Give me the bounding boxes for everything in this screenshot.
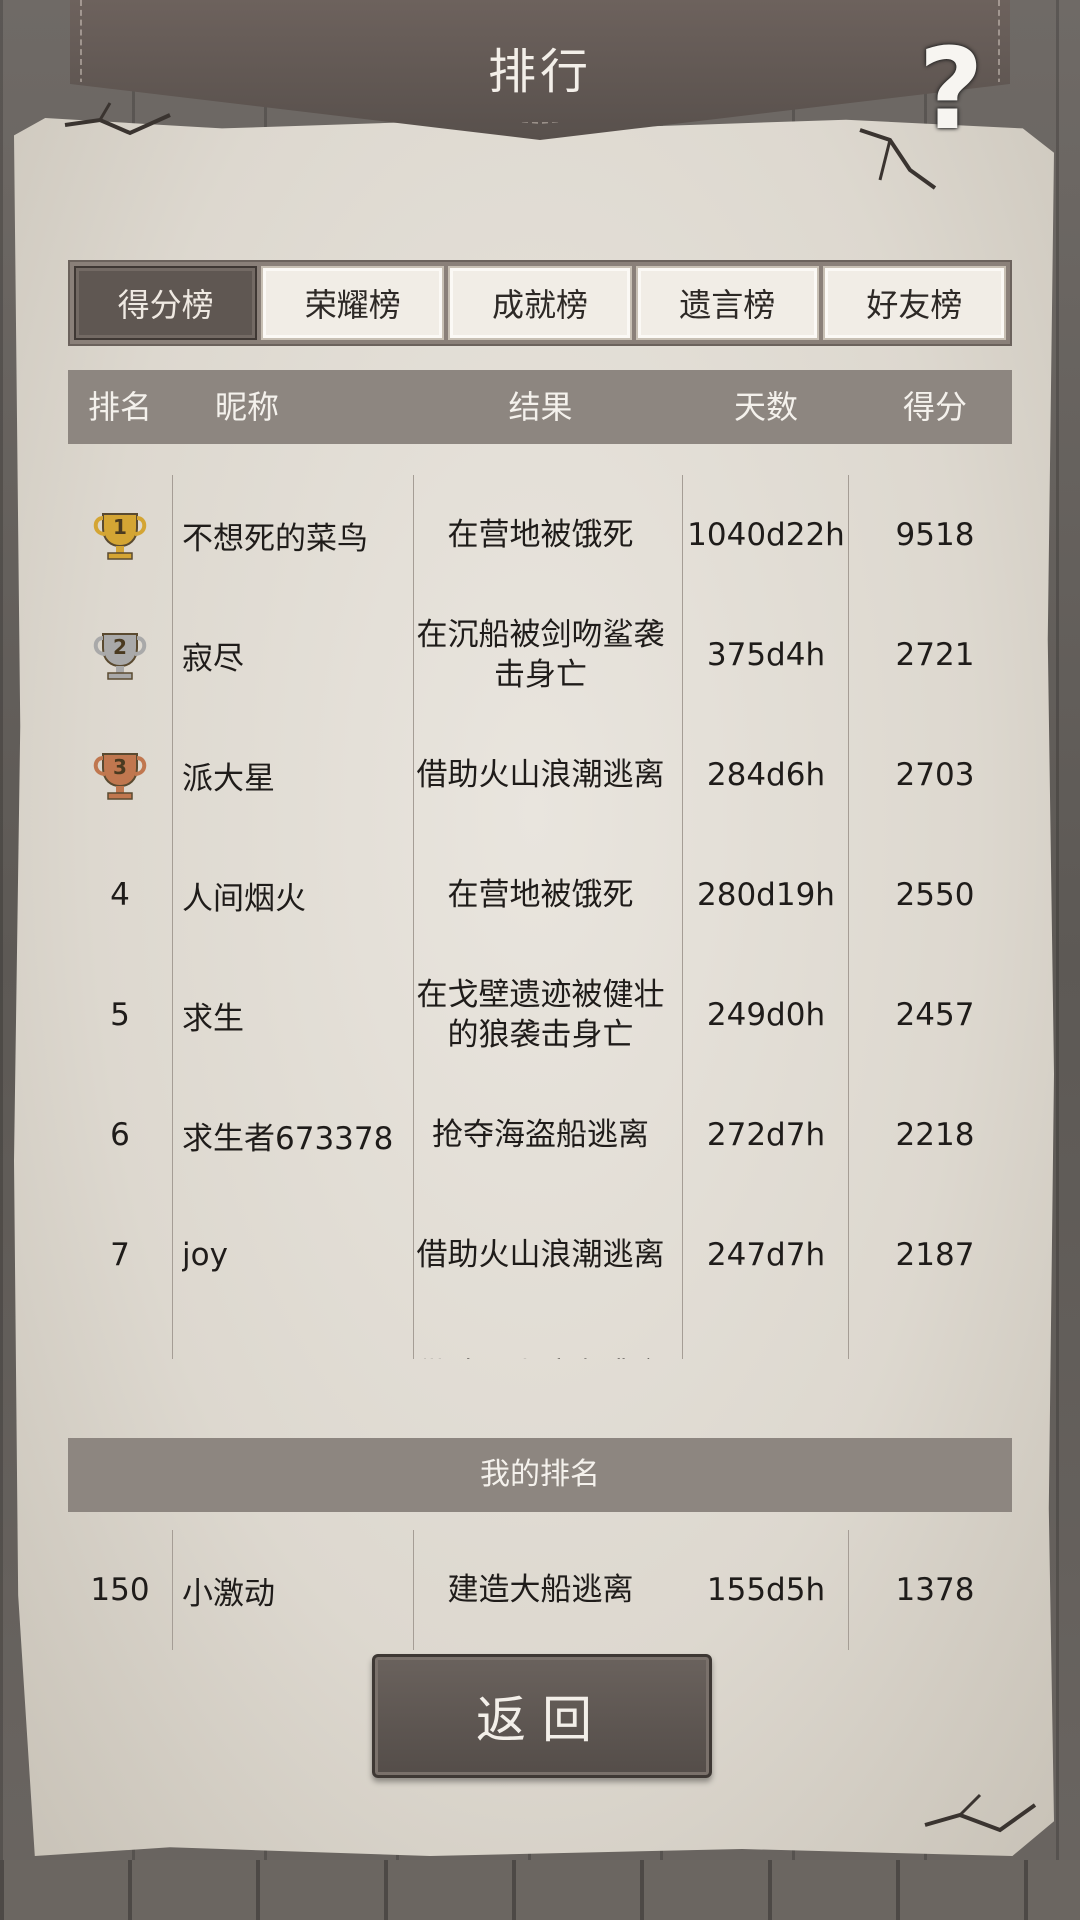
crack-decoration <box>924 1793 1037 1833</box>
score-cell: 2550 <box>895 877 975 913</box>
table-row: 5 求生 在戈壁遗迹被健壮的狼袭击身亡 249d0h 2457 <box>68 955 1012 1075</box>
column-rank-header: 排名 <box>87 388 152 426</box>
rank-cell: 5 <box>110 997 130 1033</box>
rank-cell: 4 <box>110 877 130 913</box>
trophy-rank-number: 2 <box>113 635 127 659</box>
tab-score[interactable]: 得分榜 <box>74 266 258 340</box>
column-score-header: 得分 <box>902 388 967 426</box>
trophy-rank-number: 3 <box>113 755 127 779</box>
table-row: 1 不想死的菜鸟 在营地被饿死 1040d22h 9518 <box>68 475 1012 595</box>
result-cell: 在营地被饿死 <box>447 877 634 913</box>
tab-honor[interactable]: 荣耀榜 <box>261 266 445 340</box>
column-name-header: 昵称 <box>214 388 279 426</box>
days-cell: 272d7h <box>706 1117 826 1153</box>
result-cell: 抢夺海盗船逃离 <box>432 1117 649 1153</box>
rank-cell <box>68 1315 172 1359</box>
days-cell: 247d7h <box>706 1237 826 1273</box>
trophy-icon: 3 <box>68 715 172 835</box>
table-row: 6 求生者673378 抢夺海盗船逃离 272d7h 2218 <box>68 1075 1012 1195</box>
result-cell: 借助火山浪潮逃离 <box>416 1237 665 1273</box>
score-cell: 2457 <box>895 997 975 1033</box>
tab-friends[interactable]: 好友榜 <box>822 266 1007 340</box>
result-cell: 借助火山浪潮逃离 <box>413 1315 668 1359</box>
column-result-header: 结果 <box>508 388 573 426</box>
days-cell: 249d0h <box>706 997 826 1033</box>
result-cell: 借助火山浪潮逃离 <box>416 757 665 793</box>
column-days-header: 天数 <box>733 388 798 426</box>
wood-floor-background <box>0 1860 1080 1920</box>
my-rank-days: 155d5h <box>706 1572 826 1608</box>
my-rank-header: 我的排名 <box>68 1438 1012 1512</box>
table-row: 7 joy 借助火山浪潮逃离 247d7h 2187 <box>68 1195 1012 1315</box>
score-cell: 2703 <box>895 757 975 793</box>
trophy-icon: 2 <box>68 595 172 715</box>
table-row: 4 人间烟火 在营地被饿死 280d19h 2550 <box>68 835 1012 955</box>
score-cell: 2187 <box>895 1237 975 1273</box>
score-cell <box>858 1315 1012 1359</box>
result-cell: 在戈壁遗迹被健壮的狼袭击身亡 <box>416 977 665 1053</box>
days-cell: 280d19h <box>697 877 835 913</box>
days-cell: 375d4h <box>706 637 826 673</box>
result-cell: 在营地被饿死 <box>447 517 634 553</box>
my-rank-value: 150 <box>90 1572 150 1608</box>
days-cell: 284d6h <box>706 757 826 793</box>
tab-achievement[interactable]: 成就榜 <box>448 266 632 340</box>
leaderboard-list[interactable]: 1 不想死的菜鸟 在营地被饿死 1040d22h 9518 2 寂尽 在沉船被剑吻鲨袭击身亡 3… <box>68 475 1012 1359</box>
leaderboard-tabs: 得分榜 荣耀榜 成就榜 遗言榜 好友榜 <box>68 260 1012 346</box>
trophy-icon: 1 <box>68 475 172 595</box>
my-rank-result: 建造大船逃离 <box>447 1572 634 1608</box>
rank-cell: 6 <box>110 1117 130 1153</box>
rank-cell: 7 <box>110 1237 130 1273</box>
days-cell <box>683 1315 849 1359</box>
crack-decoration <box>64 102 171 136</box>
back-button[interactable]: 返回 <box>372 1654 712 1778</box>
column-header: 排名 昵称 结果 天数 得分 <box>68 370 1012 444</box>
trophy-rank-number: 1 <box>113 515 127 539</box>
score-cell: 2218 <box>895 1117 975 1153</box>
days-cell: 1040d22h <box>687 517 845 553</box>
result-cell: 在沉船被剑吻鲨袭击身亡 <box>416 617 665 693</box>
table-row: 3 派大星 借助火山浪潮逃离 284d6h 2703 <box>68 715 1012 835</box>
table-row: 2 寂尽 在沉船被剑吻鲨袭击身亡 375d4h 2721 <box>68 595 1012 715</box>
tab-last-words[interactable]: 遗言榜 <box>635 266 819 340</box>
table-row: 借助火山浪潮逃离 <box>68 1315 1012 1359</box>
score-cell: 2721 <box>895 637 975 673</box>
score-cell: 9518 <box>895 517 975 553</box>
my-rank-score: 1378 <box>895 1572 975 1608</box>
help-button[interactable]: ? <box>896 34 1006 150</box>
my-rank-row: 150 小激动 建造大船逃离 155d5h 1378 <box>68 1530 1012 1650</box>
